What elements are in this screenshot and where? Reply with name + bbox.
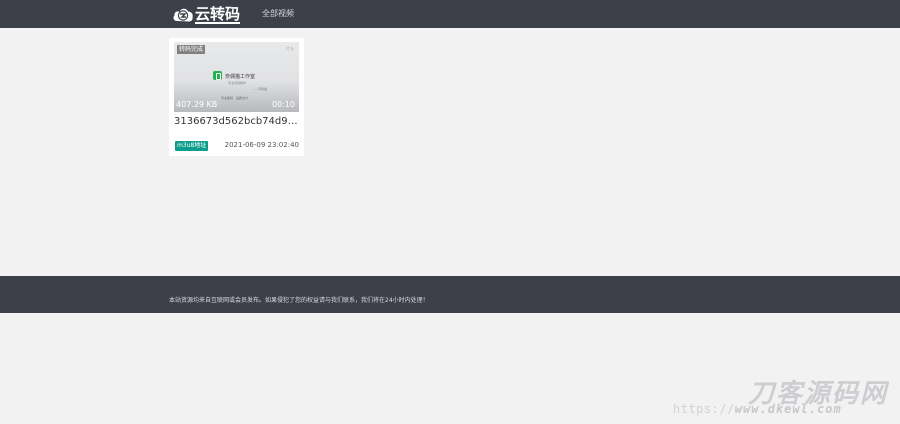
watermark-url-domain: www.dkewl.com [734,402,842,416]
top-navbar: 云转码 全部视频 [0,0,900,28]
watermark-url-prefix: https:// [673,402,735,416]
thumb-title: 奈偶猫工作室 [225,74,256,80]
upload-date: 2021-06-09 23:02:40 [224,141,299,149]
video-card[interactable]: 转码完成 片头 奈偶猫工作室 专业视频制作 ——奈偶猫 专业策划 品质交付 40… [169,38,304,156]
video-title[interactable]: 3136673d562bcb74d933ba5e... [174,116,301,127]
nav-all-videos[interactable]: 全部视频 [262,8,294,19]
site-logo[interactable]: 云转码 [172,4,241,25]
app-icon [213,71,222,80]
thumb-corner-text: 片头 [286,46,294,51]
m3u8-link-button[interactable]: m3u8地址 [175,141,209,151]
video-thumbnail[interactable]: 转码完成 片头 奈偶猫工作室 专业视频制作 ——奈偶猫 专业策划 品质交付 40… [174,42,299,112]
footer: 本站资源均来自互联网或会员发布。如果侵犯了您的权益请与我们联系，我们将在24小时… [0,276,900,313]
footer-notice: 本站资源均来自互联网或会员发布。如果侵犯了您的权益请与我们联系，我们将在24小时… [169,297,429,304]
video-duration: 00:10 [271,100,295,109]
file-size: 407.29 KB [176,100,218,109]
thumb-subtitle: 专业视频制作 [228,81,247,85]
logo-text: 云转码 [195,4,241,24]
watermark-url: https://www.dkewl.com [673,402,842,416]
thumb-bottom-text: 专业策划 品质交付 [221,96,249,100]
cloud-logo-icon [173,8,193,22]
status-badge: 转码完成 [177,45,206,54]
thumb-sign: ——奈偶猫 [252,87,268,91]
